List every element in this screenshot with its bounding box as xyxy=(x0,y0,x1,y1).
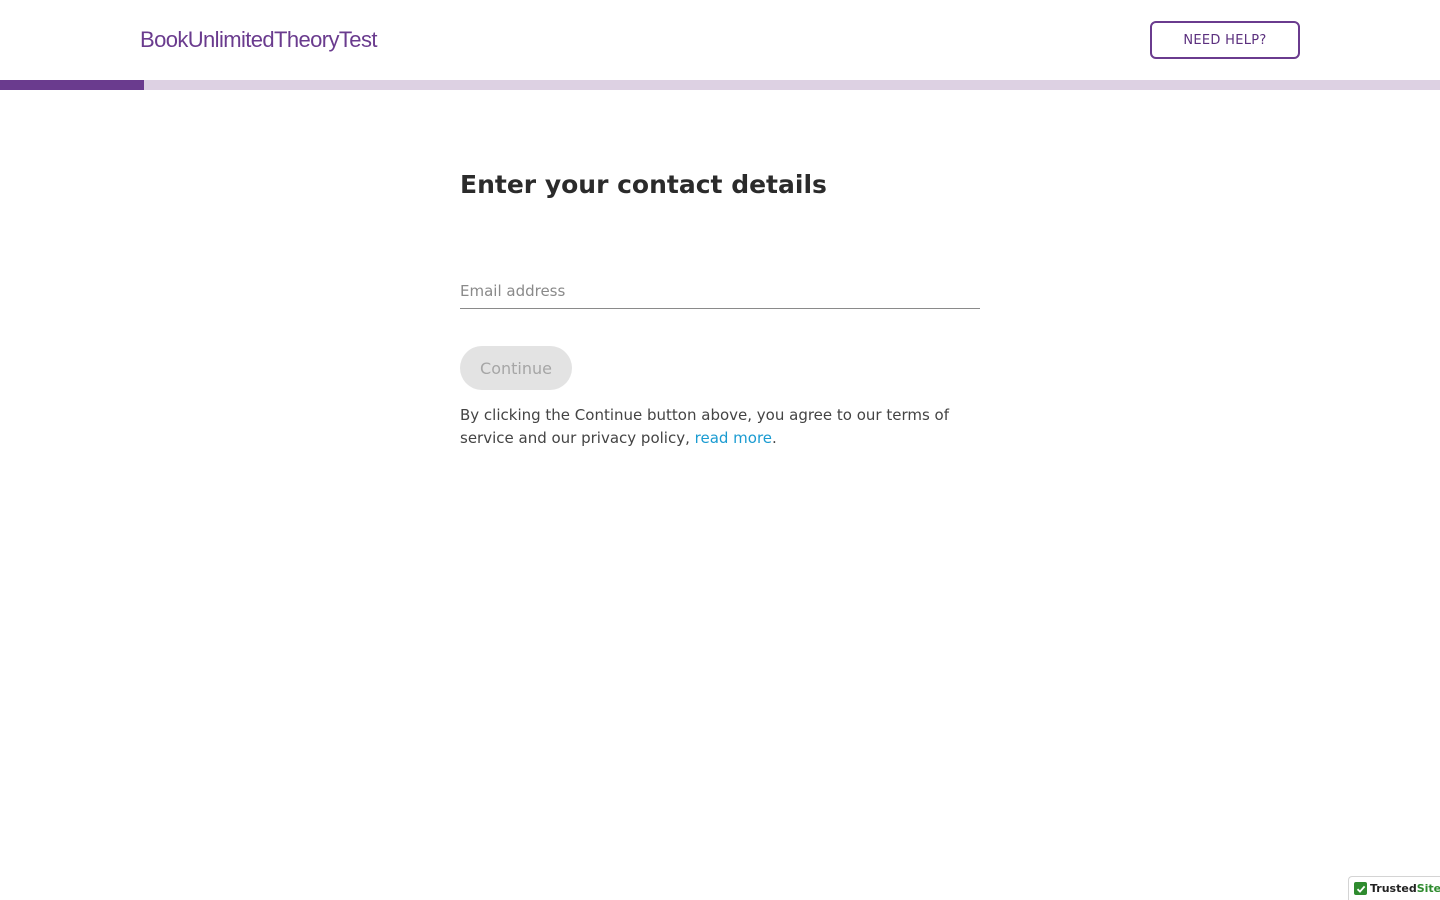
email-field xyxy=(460,260,980,309)
trustedsite-name: Trusted xyxy=(1370,882,1417,895)
continue-button[interactable]: Continue xyxy=(460,346,572,390)
progress-bar xyxy=(0,80,1440,90)
email-input[interactable] xyxy=(460,260,980,307)
checkmark-icon xyxy=(1354,882,1367,895)
site-logo[interactable]: BookUnlimitedTheoryTest xyxy=(140,26,377,54)
need-help-button[interactable]: NEED HELP? xyxy=(1150,21,1300,59)
terms-end: . xyxy=(772,429,777,447)
site-header: BookUnlimitedTheoryTest NEED HELP? xyxy=(0,0,1440,80)
trustedsite-badge[interactable]: Trusted Site xyxy=(1348,876,1440,900)
page-title: Enter your contact details xyxy=(460,170,827,199)
trustedsite-suffix: Site xyxy=(1416,882,1440,895)
contact-details-form: Enter your contact details Continue By c… xyxy=(460,160,980,447)
progress-bar-fill xyxy=(0,80,144,90)
terms-notice: By clicking the Continue button above, y… xyxy=(460,404,980,450)
read-more-link[interactable]: read more xyxy=(695,429,772,447)
page: BookUnlimitedTheoryTest NEED HELP? Enter… xyxy=(0,0,1440,900)
